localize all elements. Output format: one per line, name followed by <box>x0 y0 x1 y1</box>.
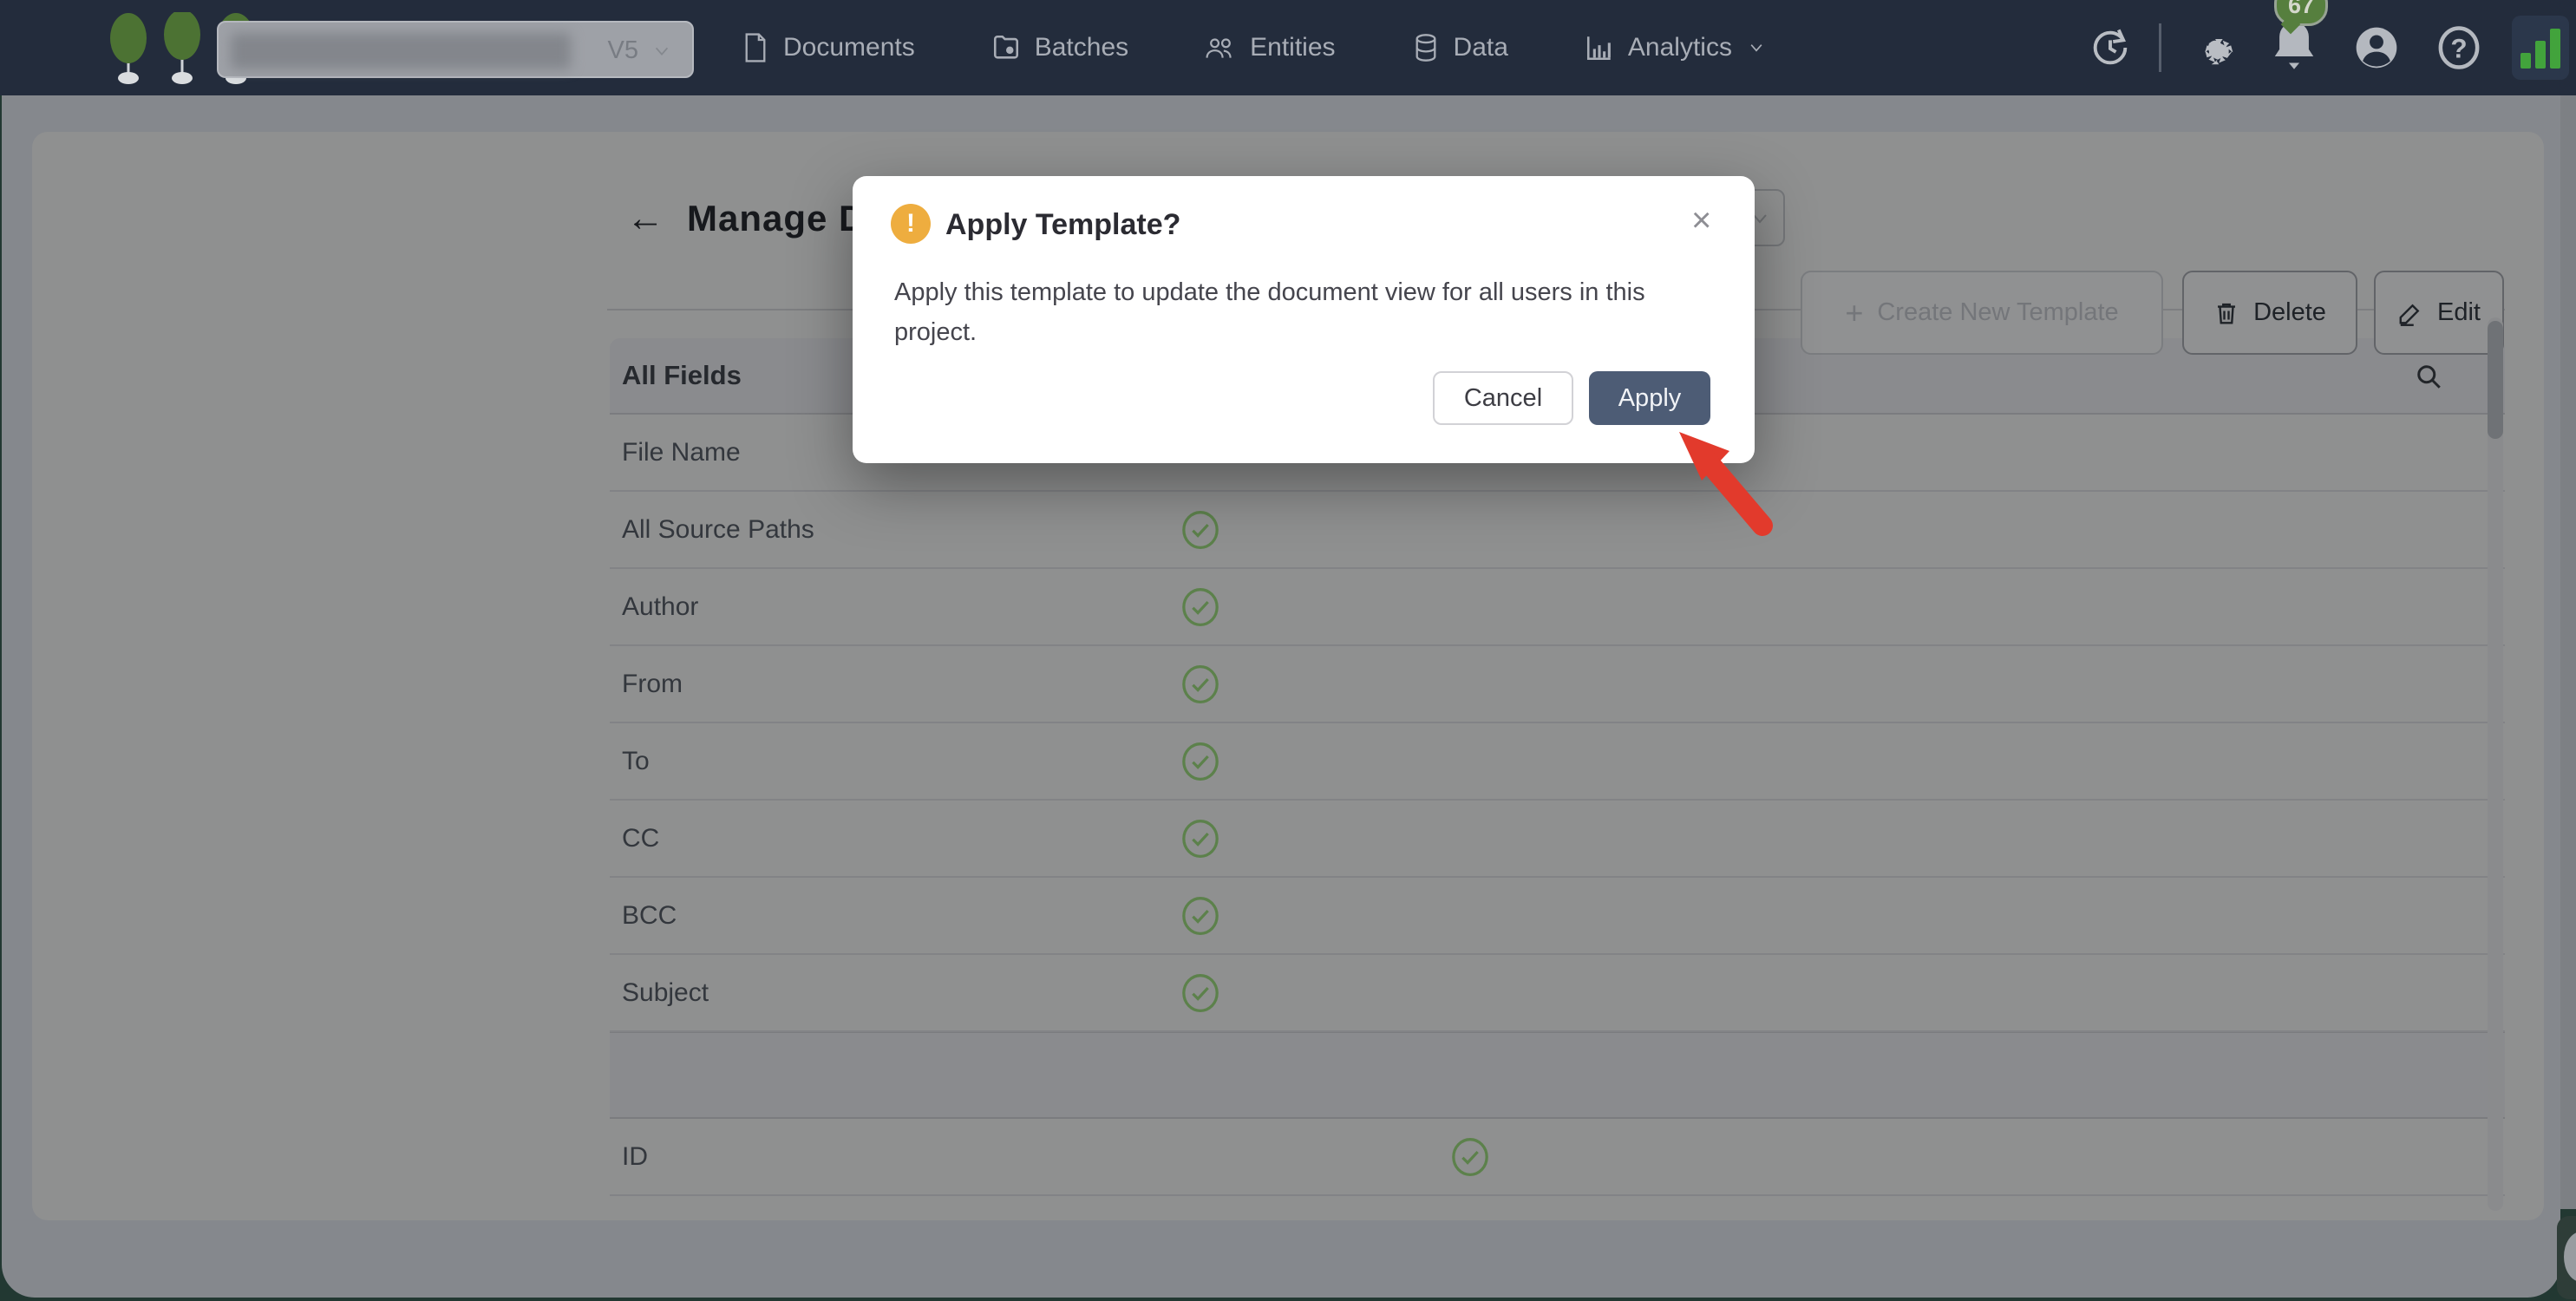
vertical-scrollbar[interactable] <box>2488 317 2503 1211</box>
green-bars-widget[interactable] <box>2512 16 2569 80</box>
nav-item-analytics[interactable]: Analytics <box>1585 33 1767 62</box>
nav-item-documents[interactable]: Documents <box>742 32 915 63</box>
table-row[interactable]: BCC <box>610 878 2505 955</box>
apply-button[interactable]: Apply <box>1589 371 1710 425</box>
notifications-bell[interactable]: 67 <box>2269 17 2321 78</box>
create-label: Create New Template <box>1877 298 2118 327</box>
nav-item-entities[interactable]: Entities <box>1205 33 1335 62</box>
plus-icon: + <box>1845 295 1863 331</box>
trash-icon <box>2213 299 2239 327</box>
search-icon[interactable] <box>2413 361 2444 396</box>
svg-text:?: ? <box>2450 32 2467 63</box>
gear-icon[interactable] <box>2193 25 2238 70</box>
table-row[interactable]: ID <box>610 1119 2505 1196</box>
page-title-row: ← Manage D <box>626 198 866 239</box>
chevron-down-icon <box>651 42 673 61</box>
app-root: Settings Personal Project ... Review <box>0 0 2576 1301</box>
topbar-divider <box>2159 23 2161 72</box>
red-arrow-pointer <box>1672 427 1794 548</box>
create-new-template-button[interactable]: + Create New Template <box>1801 271 2163 355</box>
history-icon[interactable] <box>2088 25 2133 70</box>
top-navigation-bar: V5 Documents Batches Entities Data <box>0 0 2576 95</box>
table-row[interactable]: From <box>610 646 2505 723</box>
database-icon <box>1412 32 1440 63</box>
project-version: V5 <box>608 36 638 65</box>
primary-nav: Documents Batches Entities Data Analytic… <box>742 0 1767 95</box>
dialog-title: Apply Template? <box>945 208 1180 242</box>
page-title: Manage D <box>687 198 866 239</box>
table-row[interactable]: Subject <box>610 955 2505 1032</box>
pencil-icon <box>2397 299 2423 327</box>
edit-button[interactable]: Edit <box>2374 271 2504 355</box>
delete-button[interactable]: Delete <box>2182 271 2357 355</box>
redacted-project-selector-value <box>231 33 571 69</box>
checked-icon[interactable] <box>1450 1137 1490 1181</box>
close-icon[interactable]: × <box>1691 203 1711 238</box>
avatar-icon[interactable] <box>2352 23 2401 72</box>
edit-label: Edit <box>2437 298 2481 327</box>
nav-item-batches[interactable]: Batches <box>991 33 1128 62</box>
warning-icon: ! <box>891 204 931 244</box>
checked-icon[interactable] <box>1180 819 1220 863</box>
dialog-body-text: Apply this template to update the docume… <box>894 272 1684 352</box>
table-row[interactable]: All Source Paths <box>610 492 2505 569</box>
scrollbar-thumb[interactable] <box>2488 321 2503 439</box>
cancel-button[interactable]: Cancel <box>1433 371 1573 425</box>
bar-chart-icon <box>1585 33 1614 62</box>
chat-icon <box>2564 1232 2576 1282</box>
notification-count-badge: 67 <box>2274 0 2328 26</box>
help-icon[interactable]: ? <box>2435 23 2482 72</box>
table-row[interactable]: CC <box>610 801 2505 878</box>
checked-icon[interactable] <box>1180 742 1220 786</box>
fields-table: All Fields File Name All Source Paths Au… <box>610 338 2505 1196</box>
checked-icon[interactable] <box>1180 973 1220 1017</box>
table-row[interactable]: Author <box>610 569 2505 646</box>
table-section-header <box>610 1032 2505 1119</box>
back-arrow-icon[interactable]: ← <box>626 199 664 238</box>
topbar-actions: 67 ? <box>2088 0 2576 95</box>
nav-item-data[interactable]: Data <box>1412 32 1508 63</box>
batch-folder-icon <box>991 33 1021 62</box>
document-icon <box>742 32 769 63</box>
chevron-down-icon <box>1746 39 1767 56</box>
delete-label: Delete <box>2253 298 2326 327</box>
chat-launcher-cutoff[interactable] <box>2557 1216 2576 1299</box>
checked-icon[interactable] <box>1180 896 1220 940</box>
table-row[interactable]: To <box>610 723 2505 801</box>
people-icon <box>1205 33 1236 62</box>
project-selector[interactable]: V5 <box>217 21 694 78</box>
checked-icon[interactable] <box>1180 510 1220 554</box>
table-header-label: All Fields <box>622 360 742 391</box>
checked-icon[interactable] <box>1180 664 1220 709</box>
checked-icon[interactable] <box>1180 587 1220 631</box>
right-edge-gutter <box>2560 95 2576 1209</box>
